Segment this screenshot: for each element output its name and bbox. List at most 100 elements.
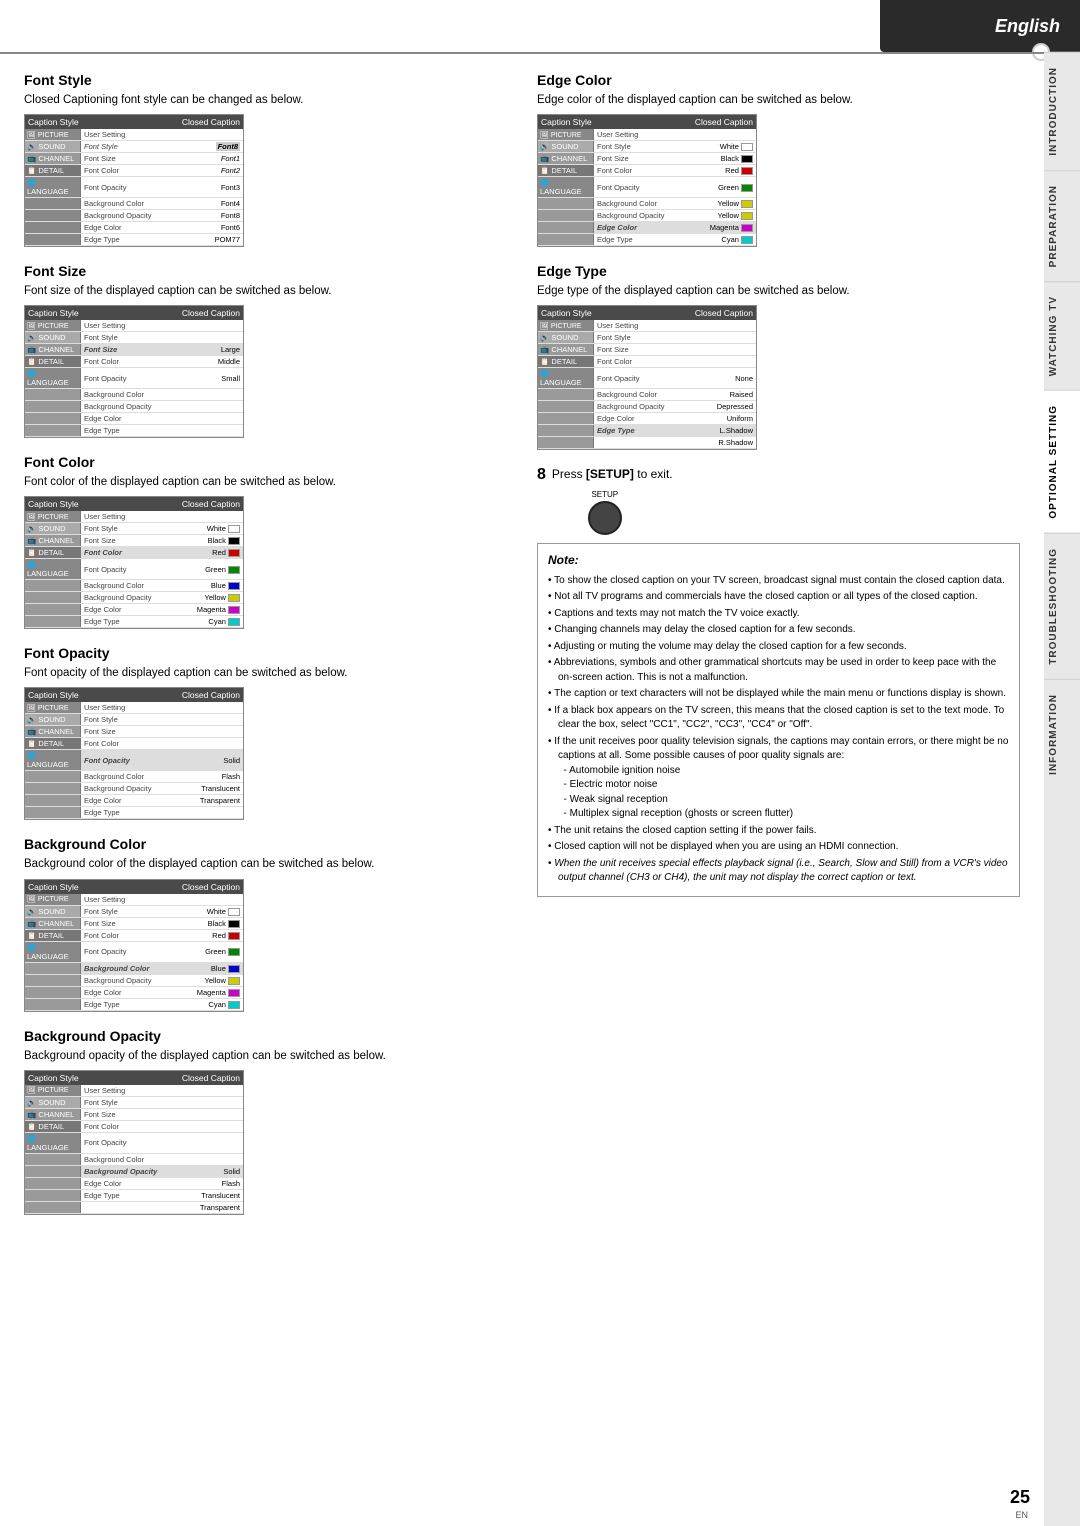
menu-row: Background OpacityYellow (538, 210, 756, 222)
menu-row: Background OpacityYellow (25, 975, 243, 987)
font-style-menu-body: 🖼 PICTURE User Setting 🔊 SOUND Font Styl… (25, 129, 243, 246)
background-color-title: Background Color (24, 836, 497, 852)
list-item: Abbreviations, symbols and other grammat… (548, 656, 1009, 685)
menu-row: Background OpacitySolid (25, 1166, 243, 1178)
edge-color-text: Edge color of the displayed caption can … (537, 92, 1020, 108)
menu-row: 🖼 PICTURE User Setting (538, 320, 756, 332)
menu-row: 🖼 PICTURE User Setting (25, 1085, 243, 1097)
menu-row: 🖼 PICTURE User Setting (25, 511, 243, 523)
menu-row: Background Opacity (25, 401, 243, 413)
main-content: Font Style Closed Captioning font style … (0, 52, 1044, 1526)
note-box: Note: To show the closed caption on your… (537, 543, 1020, 896)
font-style-menu-header: Caption Style Closed Caption (25, 115, 243, 129)
font-opacity-text: Font opacity of the displayed caption ca… (24, 665, 497, 681)
menu-row: 📋 DETAIL Font ColorRed (25, 930, 243, 942)
menu-row: 🌐 LANGUAGE Font OpacityFont3 (25, 177, 243, 198)
step8-content: 8 Press [SETUP] to exit. SETUP (537, 466, 673, 535)
right-column: Edge Color Edge color of the displayed c… (537, 72, 1020, 1506)
menu-row: Edge ColorFlash (25, 1178, 243, 1190)
section-background-opacity: Background Opacity Background opacity of… (24, 1028, 497, 1215)
menu-row: Edge TypeTranslucent (25, 1190, 243, 1202)
menu-row: 🔊 SOUND Font Style (25, 1097, 243, 1109)
font-size-text: Font size of the displayed caption can b… (24, 283, 497, 299)
edge-type-text: Edge type of the displayed caption can b… (537, 283, 1020, 299)
sidebar-item-information[interactable]: INFORMATION (1044, 679, 1080, 789)
menu-row: 🌐 LANGUAGE Font OpacitySmall (25, 368, 243, 389)
menu-row: 🔊 SOUND Font StyleFont8 (25, 141, 243, 153)
font-color-menu: Caption Style Closed Caption 🖼 PICTURE U… (24, 496, 244, 629)
menu-row: Edge ColorMagenta (538, 222, 756, 234)
menu-row: Background ColorBlue (25, 963, 243, 975)
menu-row: 🔊 SOUND Font Style (538, 332, 756, 344)
menu-row: 📋 DETAIL Font Color (538, 356, 756, 368)
font-style-menu: Caption Style Closed Caption 🖼 PICTURE U… (24, 114, 244, 247)
sidebar-item-introduction[interactable]: INTRODUCTION (1044, 52, 1080, 170)
edge-color-menu: Caption Style Closed Caption 🖼 PICTURE U… (537, 114, 757, 247)
menu-row: Background Color (25, 389, 243, 401)
menu-row: Background OpacityTranslucent (25, 783, 243, 795)
section-font-color: Font Color Font color of the displayed c… (24, 454, 497, 629)
menu-row: 📺 CHANNEL Font SizeBlack (25, 918, 243, 930)
section-font-size: Font Size Font size of the displayed cap… (24, 263, 497, 438)
menu-row: Edge TypeL.Shadow (538, 425, 756, 437)
font-size-menu: Caption Style Closed Caption 🖼 PICTURE U… (24, 305, 244, 438)
menu-row: Edge ColorTransparent (25, 795, 243, 807)
font-style-text: Closed Captioning font style can be chan… (24, 92, 497, 108)
menu-row: 🔊 SOUND Font StyleWhite (25, 906, 243, 918)
menu-row: 📋 DETAIL Font ColorRed (25, 547, 243, 559)
edge-type-title: Edge Type (537, 263, 1020, 279)
list-item: If the unit receives poor quality televi… (548, 735, 1009, 822)
menu-row: 🌐 LANGUAGE Font Opacity (25, 1133, 243, 1154)
sidebar-item-watching-tv[interactable]: WATCHING TV (1044, 281, 1080, 390)
sidebar-item-troubleshooting[interactable]: TROUBLESHOOTING (1044, 533, 1080, 679)
menu-row: Edge ColorUniform (538, 413, 756, 425)
menu-row: 🖼 PICTURE User Setting (25, 320, 243, 332)
menu-row: 🌐 LANGUAGE Font OpacityNone (538, 368, 756, 389)
menu-row: 🖼 PICTURE User Setting (538, 129, 756, 141)
menu-row: 🌐 LANGUAGE Font OpacitySolid (25, 750, 243, 771)
menu-row: 🖼 PICTURE User Setting (25, 894, 243, 906)
menu-row: 📺 CHANNEL Font SizeFont1 (25, 153, 243, 165)
menu-row: Edge Color (25, 413, 243, 425)
font-opacity-menu: Caption Style Closed Caption 🖼 PICTURE U… (24, 687, 244, 820)
note-title: Note: (548, 552, 1009, 569)
menu-row: Background ColorYellow (538, 198, 756, 210)
list-item: To show the closed caption on your TV sc… (548, 574, 1009, 589)
side-nav: INTRODUCTION PREPARATION WATCHING TV OPT… (1044, 52, 1080, 1526)
menu-row: 🔊 SOUND Font StyleWhite (538, 141, 756, 153)
menu-row: 🔊 SOUND Font Style (25, 332, 243, 344)
setup-button[interactable] (588, 501, 622, 535)
list-item: Captions and texts may not match the TV … (548, 607, 1009, 622)
background-opacity-text: Background opacity of the displayed capt… (24, 1048, 497, 1064)
background-opacity-menu: Caption Style Closed Caption 🖼 PICTURE U… (24, 1070, 244, 1215)
font-size-title: Font Size (24, 263, 497, 279)
menu-row: Edge ColorMagenta (25, 604, 243, 616)
sidebar-item-preparation[interactable]: PREPARATION (1044, 170, 1080, 281)
note-list: To show the closed caption on your TV sc… (548, 574, 1009, 886)
font-style-title: Font Style (24, 72, 497, 88)
section-edge-type: Edge Type Edge type of the displayed cap… (537, 263, 1020, 450)
menu-row: 📺 CHANNEL Font SizeLarge (25, 344, 243, 356)
menu-row: 🔊 SOUND Font Style (25, 714, 243, 726)
background-opacity-title: Background Opacity (24, 1028, 497, 1044)
setup-label: SETUP (591, 490, 618, 499)
section-background-color: Background Color Background color of the… (24, 836, 497, 1011)
menu-row: Edge TypeCyan (538, 234, 756, 246)
menu-row: 📋 DETAIL Font ColorFont2 (25, 165, 243, 177)
menu-row: 📺 CHANNEL Font Size (25, 1109, 243, 1121)
menu-row: Background ColorBlue (25, 580, 243, 592)
list-item: If a black box appears on the TV screen,… (548, 704, 1009, 733)
step8-text: Press [SETUP] to exit. (552, 466, 673, 483)
section-font-style: Font Style Closed Captioning font style … (24, 72, 497, 247)
menu-row: Background ColorRaised (538, 389, 756, 401)
menu-row: 📺 CHANNEL Font Size (25, 726, 243, 738)
section-font-opacity: Font Opacity Font opacity of the display… (24, 645, 497, 820)
menu-row: 🌐 LANGUAGE Font OpacityGreen (538, 177, 756, 198)
font-color-text: Font color of the displayed caption can … (24, 474, 497, 490)
menu-row: 📋 DETAIL Font Color (25, 1121, 243, 1133)
sidebar-item-optional-setting[interactable]: OPTIONAL SETTING (1044, 390, 1080, 533)
page-number: 25 (1010, 1487, 1030, 1508)
menu-row: R.Shadow (538, 437, 756, 449)
menu-row: Edge Type (25, 807, 243, 819)
list-item: The caption or text characters will not … (548, 687, 1009, 702)
